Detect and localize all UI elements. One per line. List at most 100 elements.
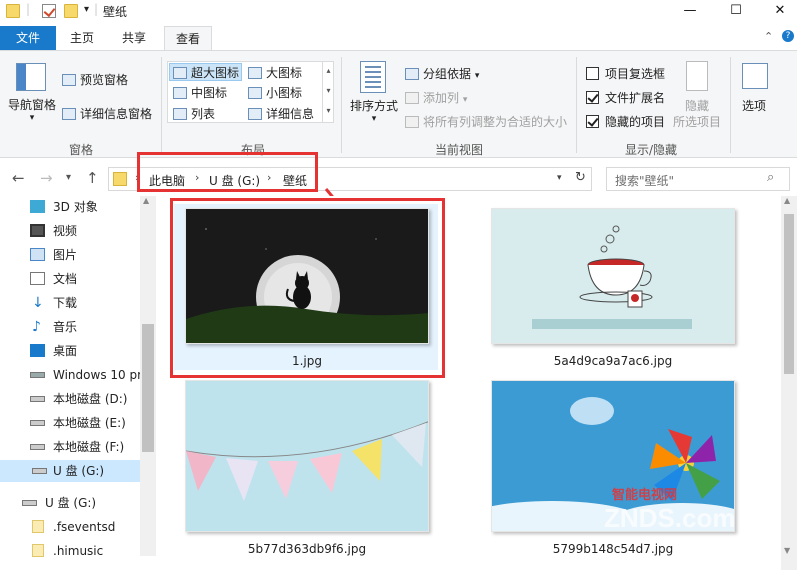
scroll-down-icon[interactable]: ▼ (784, 546, 790, 555)
sidebar-item-usb-drive[interactable]: U 盘 (G:) (22, 492, 140, 514)
sidebar-item-windows-drive[interactable]: Windows 10 pr (30, 364, 140, 386)
add-columns-label: 添加列 (423, 91, 460, 105)
options-icon[interactable] (742, 63, 768, 89)
scroll-up-icon[interactable]: ▲ (143, 196, 149, 205)
sidebar-item-label: Windows 10 pr (53, 368, 140, 382)
layout-medium-icons[interactable]: 中图标 (173, 84, 227, 101)
watermark-en: ZNDS.com (604, 503, 735, 532)
refresh-icon[interactable]: ↻ (575, 170, 586, 185)
file-extensions-toggle[interactable]: 文件扩展名 (586, 89, 665, 106)
sidebar-item-documents[interactable]: 文档 (30, 268, 140, 290)
hide-selected-icon[interactable] (686, 61, 708, 91)
search-placeholder: 搜索"壁纸" (615, 174, 675, 188)
sidebar-item-label: .fseventsd (53, 520, 116, 534)
sidebar-item-drive-e[interactable]: 本地磁盘 (E:) (30, 412, 140, 434)
file-name-2[interactable]: 5a4d9ca9a7ac6.jpg (490, 354, 736, 368)
quick-access-dropdown-icon[interactable]: ▾ (84, 4, 89, 15)
sidebar-scroll-thumb[interactable] (142, 324, 154, 452)
search-icon: ⌕ (767, 170, 775, 185)
file-extensions-checkbox[interactable] (586, 91, 599, 104)
hide-selected-sub: 所选项目 (673, 115, 722, 129)
group-by-button[interactable]: 分组依据 ▾ (405, 65, 479, 82)
usb-drive-icon (22, 500, 37, 506)
sidebar-item-label: 视频 (53, 224, 78, 238)
layout-list[interactable]: 列表 (173, 105, 215, 122)
sidebar-item-label: 下载 (53, 296, 78, 310)
file-name-4[interactable]: 5799b148c54d7.jpg (490, 542, 736, 556)
maximize-button[interactable]: ☐ (713, 0, 759, 24)
large-icons-icon (248, 67, 262, 79)
add-columns-button[interactable]: 添加列 ▾ (405, 89, 467, 106)
sidebar-item-label: 图片 (53, 248, 78, 262)
divider (730, 57, 731, 153)
sidebar-item-music[interactable]: ♪ 音乐 (30, 316, 140, 338)
navigation-bar: ← → ▾ ↑ › 此电脑 › U 盘 (G:) › 壁纸 ▾ ↻ 搜索"壁纸"… (0, 152, 797, 194)
sidebar-item-label: .himusic (53, 544, 104, 558)
details-icon (248, 108, 262, 120)
details-pane-button[interactable]: 详细信息窗格 (62, 105, 152, 122)
layout-details[interactable]: 详细信息 (248, 105, 314, 122)
item-checkboxes-label: 项目复选框 (605, 67, 666, 81)
file-view-scrollbar[interactable]: ▲ ▼ (781, 196, 797, 570)
layout-small-icons[interactable]: 小图标 (248, 84, 302, 101)
sidebar-item-drive-f[interactable]: 本地磁盘 (F:) (30, 436, 140, 458)
sidebar-item-videos[interactable]: 视频 (30, 220, 140, 242)
up-arrow-icon[interactable]: ↑ (86, 169, 99, 187)
tab-file[interactable]: 文件 (0, 26, 56, 50)
navigation-pane-button[interactable]: 导航窗格 ▾ (8, 96, 56, 123)
recent-locations-icon[interactable]: ▾ (66, 172, 71, 183)
layout-extra-large-icons[interactable]: 超大图标 (173, 64, 239, 81)
sidebar-item-label: 本地磁盘 (E:) (53, 416, 126, 430)
item-checkboxes-toggle[interactable]: 项目复选框 (586, 65, 665, 82)
hidden-items-toggle[interactable]: 隐藏的项目 (586, 113, 665, 130)
sidebar-item-usb-drive-selected[interactable]: U 盘 (G:) (0, 460, 140, 482)
navigation-pane-icon[interactable] (16, 63, 46, 91)
sort-by-button[interactable]: 排序方式 ▾ (350, 97, 398, 124)
chevron-down-icon: ▾ (371, 114, 377, 124)
back-arrow-icon[interactable]: ← (12, 169, 25, 187)
scroll-up-icon[interactable]: ▲ (784, 196, 790, 205)
sidebar-scrollbar[interactable]: ▲ (140, 196, 156, 556)
folder-icon (6, 4, 20, 18)
options-button[interactable]: 选项 (742, 97, 766, 114)
annotation-highlight-file (170, 198, 445, 378)
search-input[interactable]: 搜索"壁纸" ⌕ (606, 167, 790, 191)
sidebar-item-label: U 盘 (G:) (53, 464, 105, 478)
file-view-scroll-thumb[interactable] (784, 214, 794, 374)
tab-home[interactable]: 主页 (62, 26, 102, 50)
chevron-down-icon[interactable]: ▾ (557, 173, 562, 183)
help-icon[interactable]: ? (782, 30, 794, 42)
tab-share[interactable]: 共享 (114, 26, 154, 50)
sort-by-icon[interactable] (360, 61, 386, 93)
preview-pane-icon (62, 74, 76, 86)
sidebar-item-desktop[interactable]: 桌面 (30, 340, 140, 362)
hide-selected-button[interactable]: 隐藏 (685, 97, 709, 114)
sidebar-item-3d-objects[interactable]: 3D 对象 (30, 196, 140, 218)
collapse-ribbon-icon[interactable]: ⌃ (764, 30, 773, 43)
preview-pane-button[interactable]: 预览窗格 (62, 71, 128, 88)
layout-large-icons[interactable]: 大图标 (248, 64, 302, 81)
sidebar-item-label: 音乐 (53, 320, 78, 334)
properties-icon[interactable] (42, 4, 56, 18)
file-name-3[interactable]: 5b77d363db9f6.jpg (184, 542, 430, 556)
layout-scroll[interactable]: ▴ ▾ ▾ (322, 61, 334, 123)
windows-drive-icon (30, 372, 45, 378)
minimize-button[interactable]: — (667, 0, 713, 24)
sidebar-item-pictures[interactable]: 图片 (30, 244, 140, 266)
file-thumbnail-3[interactable] (185, 380, 429, 532)
tab-view[interactable]: 查看 (164, 26, 212, 50)
close-button[interactable]: ✕ (757, 0, 797, 24)
new-folder-icon[interactable] (64, 4, 78, 18)
sidebar-item-himusic[interactable]: .himusic (30, 540, 140, 562)
sidebar-item-drive-d[interactable]: 本地磁盘 (D:) (30, 388, 140, 410)
file-thumbnail-4[interactable]: 智能电视网 ZNDS.com (491, 380, 735, 532)
fit-columns-button[interactable]: 将所有列调整为合适的大小 (405, 113, 567, 130)
thumbnail-teacup-image (492, 209, 734, 343)
item-checkboxes-checkbox[interactable] (586, 67, 599, 80)
drive-icon (30, 396, 45, 402)
sidebar-item-fseventsd[interactable]: .fseventsd (30, 516, 140, 538)
file-thumbnail-2[interactable] (491, 208, 735, 344)
sidebar-item-downloads[interactable]: ↓ 下载 (30, 292, 140, 314)
forward-arrow-icon[interactable]: → (40, 169, 53, 187)
hidden-items-checkbox[interactable] (586, 115, 599, 128)
